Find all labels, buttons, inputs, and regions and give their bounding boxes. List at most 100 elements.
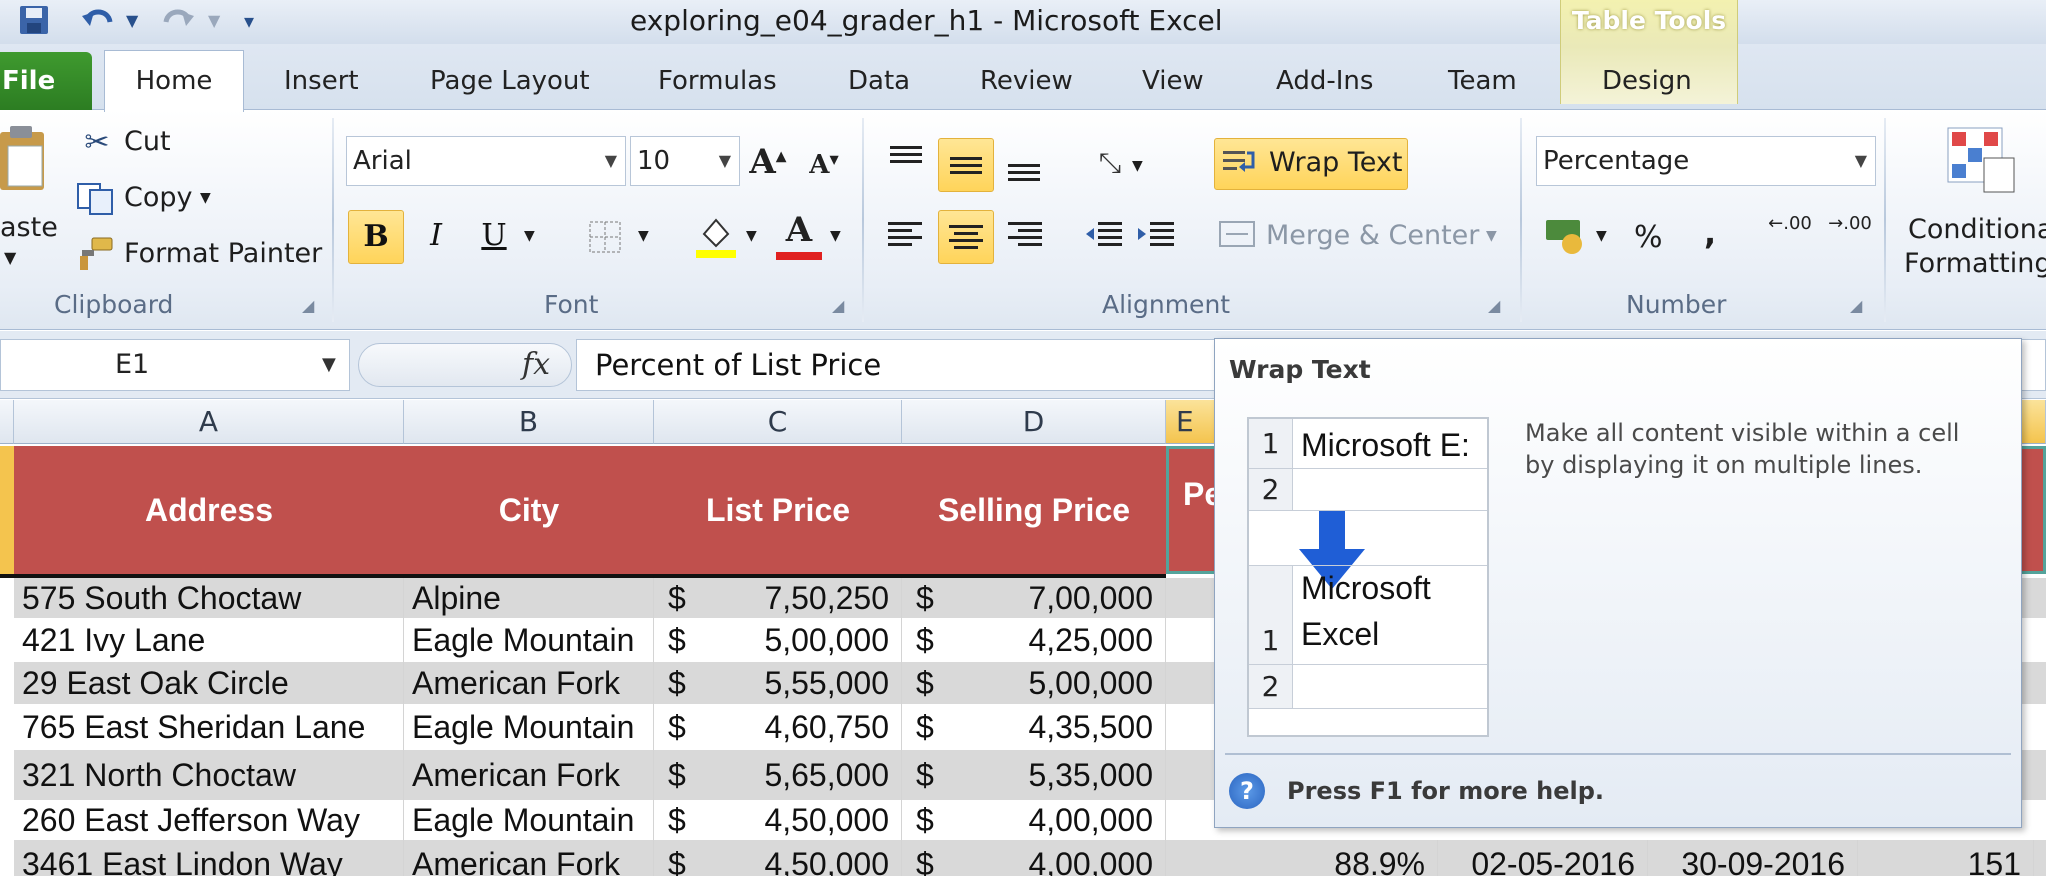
cell-address[interactable]: 29 East Oak Circle — [14, 662, 404, 704]
tab-add-ins[interactable]: Add-Ins — [1276, 56, 1373, 106]
tab-formulas[interactable]: Formulas — [658, 56, 777, 106]
cell-selling-price[interactable]: $4,00,000 — [902, 840, 1166, 876]
cell-selling-price[interactable]: $5,00,000 — [902, 662, 1166, 704]
align-bottom-icon[interactable] — [1004, 154, 1044, 184]
cell-city[interactable]: Eagle Mountain — [404, 618, 654, 662]
header-selling-price[interactable]: Selling Price — [902, 446, 1166, 574]
clipboard-dialog-launcher-icon[interactable]: ◢ — [302, 296, 314, 315]
increase-decimal-icon[interactable]: ←.00 — [1768, 214, 1812, 258]
cut-button[interactable]: Cut — [124, 126, 171, 157]
cell-address[interactable]: 421 Ivy Lane — [14, 618, 404, 662]
tab-team[interactable]: Team — [1448, 56, 1517, 106]
decrease-indent-icon[interactable] — [1084, 218, 1124, 254]
underline-dropdown-icon[interactable]: ▼ — [524, 228, 535, 244]
merge-dropdown-icon[interactable]: ▼ — [1486, 228, 1497, 244]
cell-address[interactable]: 3461 East Lindon Way — [14, 840, 404, 876]
borders-dropdown-icon[interactable]: ▼ — [638, 228, 649, 244]
column-header-c[interactable]: C — [654, 400, 902, 444]
merge-center-icon[interactable] — [1218, 216, 1258, 252]
cell-city[interactable]: Eagle Mountain — [404, 800, 654, 840]
alignment-dialog-launcher-icon[interactable]: ◢ — [1488, 296, 1500, 315]
cell-days[interactable]: 151 — [1858, 840, 2034, 876]
align-top-icon[interactable] — [886, 144, 926, 174]
grow-font-icon[interactable]: A▲ — [748, 142, 788, 182]
cell-list-price[interactable]: $5,65,000 — [654, 750, 902, 800]
cell-list-price[interactable]: $4,50,000 — [654, 800, 902, 840]
redo-dropdown-icon[interactable]: ▼ — [208, 4, 220, 38]
decrease-decimal-icon[interactable]: →.00 — [1828, 214, 1872, 258]
cell-list-price[interactable]: $5,55,000 — [654, 662, 902, 704]
font-dialog-launcher-icon[interactable]: ◢ — [832, 296, 844, 315]
font-color-dropdown-icon[interactable]: ▼ — [830, 228, 841, 244]
tab-review[interactable]: Review — [980, 56, 1073, 106]
tab-data[interactable]: Data — [848, 56, 910, 106]
header-list-price[interactable]: List Price — [654, 446, 902, 574]
column-header-a[interactable]: A — [14, 400, 404, 444]
orientation-icon[interactable]: ⤡ — [1088, 146, 1132, 186]
tab-file[interactable]: File — [0, 52, 92, 110]
cell-list-price[interactable]: $4,50,000 — [654, 840, 902, 876]
header-address[interactable]: Address — [14, 446, 404, 574]
cell-city[interactable]: American Fork — [404, 840, 654, 876]
align-center-icon[interactable] — [938, 210, 994, 264]
format-painter-icon[interactable] — [76, 236, 116, 272]
increase-indent-icon[interactable] — [1136, 218, 1176, 254]
undo-dropdown-icon[interactable]: ▼ — [126, 4, 138, 38]
bold-button[interactable]: B — [348, 210, 404, 264]
insert-function-icon[interactable]: fx — [522, 343, 550, 387]
paste-dropdown-icon[interactable]: ▼ — [4, 248, 16, 267]
font-color-icon[interactable]: A — [776, 210, 822, 260]
conditional-formatting-label-2[interactable]: Formatting — [1904, 248, 2046, 279]
cell-selling-price[interactable]: $7,00,000 — [902, 578, 1166, 618]
undo-icon[interactable] — [82, 4, 116, 38]
underline-button[interactable]: U — [474, 210, 514, 264]
cell-address[interactable]: 765 East Sheridan Lane — [14, 704, 404, 750]
column-header-d[interactable]: D — [902, 400, 1166, 444]
header-city[interactable]: City — [404, 446, 654, 574]
copy-icon[interactable] — [76, 182, 116, 216]
italic-button[interactable]: I — [416, 210, 456, 264]
cell-list-price[interactable]: $4,60,750 — [654, 704, 902, 750]
accounting-format-icon[interactable] — [1544, 214, 1586, 256]
conditional-formatting-label-1[interactable]: Conditional — [1908, 214, 2046, 245]
cell-selling-price[interactable]: $4,00,000 — [902, 800, 1166, 840]
redo-icon[interactable] — [160, 4, 194, 38]
cell-selling-price[interactable]: $5,35,000 — [902, 750, 1166, 800]
cell-address[interactable]: 260 East Jefferson Way — [14, 800, 404, 840]
percent-style-button[interactable]: % — [1634, 220, 1663, 255]
tab-design[interactable]: Design — [1602, 56, 1692, 106]
orientation-dropdown-icon[interactable]: ▼ — [1132, 158, 1143, 174]
name-box-dropdown-icon[interactable]: ▼ — [322, 339, 336, 391]
cell-date[interactable]: 30-09-2016 — [1648, 840, 1858, 876]
cell-selling-price[interactable]: $4,35,500 — [902, 704, 1166, 750]
fill-color-dropdown-icon[interactable]: ▼ — [746, 228, 757, 244]
fill-color-icon[interactable] — [696, 214, 736, 260]
cell-address[interactable]: 575 South Choctaw — [14, 578, 404, 618]
comma-style-button[interactable]: , — [1704, 214, 1716, 252]
number-dialog-launcher-icon[interactable]: ◢ — [1850, 296, 1862, 315]
cell-address[interactable]: 321 North Choctaw — [14, 750, 404, 800]
name-box[interactable]: E1 — [0, 339, 350, 391]
wrap-text-button[interactable]: Wrap Text — [1214, 138, 1408, 190]
align-left-icon[interactable] — [886, 218, 926, 254]
select-all-corner[interactable] — [0, 400, 14, 444]
align-middle-icon[interactable] — [938, 138, 994, 192]
font-name-combo[interactable]: Arial ▼ — [346, 136, 626, 186]
format-painter-button[interactable]: Format Painter — [124, 238, 322, 269]
column-header-b[interactable]: B — [404, 400, 654, 444]
cell-percent[interactable]: 88.9% — [1166, 840, 1438, 876]
cell-city[interactable]: Eagle Mountain — [404, 704, 654, 750]
borders-icon[interactable] — [588, 220, 622, 254]
tab-page-layout[interactable]: Page Layout — [430, 56, 590, 106]
paste-icon[interactable] — [0, 124, 50, 194]
cell-list-price[interactable]: $5,00,000 — [654, 618, 902, 662]
conditional-formatting-icon[interactable] — [1946, 126, 2018, 196]
align-right-icon[interactable] — [1004, 218, 1044, 254]
font-size-combo[interactable]: 10 ▼ — [630, 136, 740, 186]
accounting-dropdown-icon[interactable]: ▼ — [1596, 228, 1607, 244]
customize-qat-icon[interactable]: ▾ — [244, 4, 254, 38]
number-format-combo[interactable]: Percentage ▼ — [1536, 136, 1876, 186]
cell-city[interactable]: American Fork — [404, 662, 654, 704]
cell-city[interactable]: American Fork — [404, 750, 654, 800]
table-row[interactable]: 3461 East Lindon Way American Fork $4,50… — [14, 840, 2046, 876]
